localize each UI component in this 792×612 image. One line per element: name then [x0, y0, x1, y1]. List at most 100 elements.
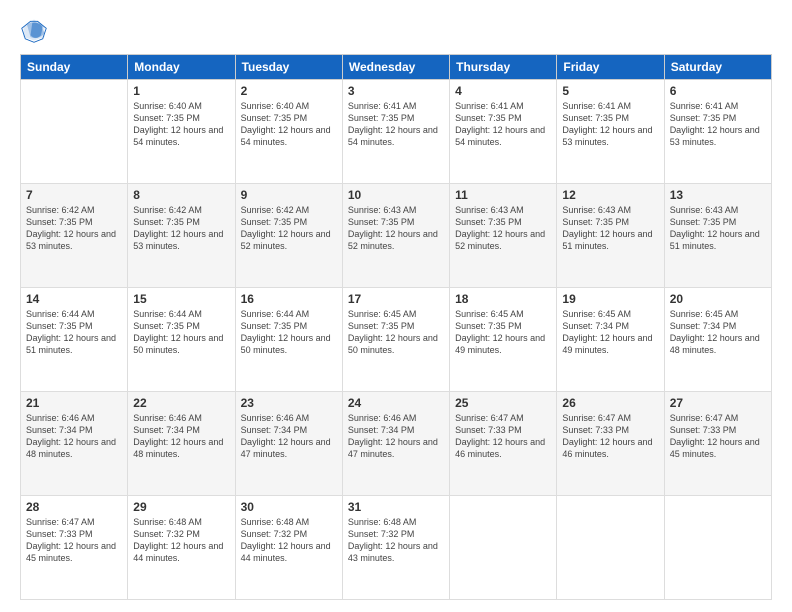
- week-row-4: 21Sunrise: 6:46 AMSunset: 7:34 PMDayligh…: [21, 392, 772, 496]
- calendar-cell: 20 Sunrise: 6:45 AMSunset: 7:34 PMDayligh…: [664, 288, 771, 392]
- calendar-cell: 23 Sunrise: 6:46 AMSunset: 7:34 PMDayligh…: [235, 392, 342, 496]
- cell-sun-info: Sunrise: 6:48 AMSunset: 7:32 PMDaylight:…: [348, 516, 444, 565]
- week-row-5: 28 Sunrise: 6:47 AMSunset: 7:33 PMDayligh…: [21, 496, 772, 600]
- cell-sun-info: Sunrise: 6:44 AMSunset: 7:35 PMDaylight:…: [26, 308, 122, 357]
- cell-sun-info: Sunrise: 6:44 AMSunset: 7:35 PMDaylight:…: [241, 308, 337, 357]
- cell-day-number: 6: [670, 84, 766, 98]
- calendar-cell: 17 Sunrise: 6:45 AMSunset: 7:35 PMDayligh…: [342, 288, 449, 392]
- cell-sun-info: Sunrise: 6:40 AMSunset: 7:35 PMDaylight:…: [241, 100, 337, 149]
- cell-day-number: 20: [670, 292, 766, 306]
- cell-sun-info: Sunrise: 6:43 AMSunset: 7:35 PMDaylight:…: [455, 204, 551, 253]
- calendar-cell: 13 Sunrise: 6:43 AMSunset: 7:35 PMDayligh…: [664, 184, 771, 288]
- calendar-cell: [21, 80, 128, 184]
- calendar-cell: 18 Sunrise: 6:45 AMSunset: 7:35 PMDayligh…: [450, 288, 557, 392]
- calendar-cell: 25 Sunrise: 6:47 AMSunset: 7:33 PMDayligh…: [450, 392, 557, 496]
- cell-sun-info: Sunrise: 6:42 AMSunset: 7:35 PMDaylight:…: [241, 204, 337, 253]
- calendar-cell: 30 Sunrise: 6:48 AMSunset: 7:32 PMDayligh…: [235, 496, 342, 600]
- cell-day-number: 13: [670, 188, 766, 202]
- cell-day-number: 15: [133, 292, 229, 306]
- calendar-cell: 21Sunrise: 6:46 AMSunset: 7:34 PMDayligh…: [21, 392, 128, 496]
- calendar-cell: 28 Sunrise: 6:47 AMSunset: 7:33 PMDayligh…: [21, 496, 128, 600]
- calendar-cell: 3 Sunrise: 6:41 AMSunset: 7:35 PMDaylight…: [342, 80, 449, 184]
- calendar-cell: 29 Sunrise: 6:48 AMSunset: 7:32 PMDayligh…: [128, 496, 235, 600]
- calendar-cell: 8 Sunrise: 6:42 AMSunset: 7:35 PMDaylight…: [128, 184, 235, 288]
- calendar-cell: 31 Sunrise: 6:48 AMSunset: 7:32 PMDayligh…: [342, 496, 449, 600]
- header: [20, 16, 772, 44]
- cell-sun-info: Sunrise: 6:46 AMSunset: 7:34 PMDaylight:…: [26, 412, 122, 461]
- cell-sun-info: Sunrise: 6:46 AMSunset: 7:34 PMDaylight:…: [348, 412, 444, 461]
- day-header-thursday: Thursday: [450, 55, 557, 80]
- calendar-cell: [557, 496, 664, 600]
- week-row-2: 7 Sunrise: 6:42 AMSunset: 7:35 PMDaylight…: [21, 184, 772, 288]
- cell-sun-info: Sunrise: 6:47 AMSunset: 7:33 PMDaylight:…: [562, 412, 658, 461]
- calendar-cell: 15 Sunrise: 6:44 AMSunset: 7:35 PMDayligh…: [128, 288, 235, 392]
- calendar-cell: 16 Sunrise: 6:44 AMSunset: 7:35 PMDayligh…: [235, 288, 342, 392]
- cell-sun-info: Sunrise: 6:45 AMSunset: 7:34 PMDaylight:…: [562, 308, 658, 357]
- cell-day-number: 8: [133, 188, 229, 202]
- cell-day-number: 14: [26, 292, 122, 306]
- cell-sun-info: Sunrise: 6:46 AMSunset: 7:34 PMDaylight:…: [241, 412, 337, 461]
- calendar-cell: 1 Sunrise: 6:40 AMSunset: 7:35 PMDaylight…: [128, 80, 235, 184]
- cell-sun-info: Sunrise: 6:41 AMSunset: 7:35 PMDaylight:…: [562, 100, 658, 149]
- cell-day-number: 2: [241, 84, 337, 98]
- cell-day-number: 24: [348, 396, 444, 410]
- calendar-cell: 10 Sunrise: 6:43 AMSunset: 7:35 PMDayligh…: [342, 184, 449, 288]
- cell-sun-info: Sunrise: 6:48 AMSunset: 7:32 PMDaylight:…: [133, 516, 229, 565]
- calendar-cell: 19 Sunrise: 6:45 AMSunset: 7:34 PMDayligh…: [557, 288, 664, 392]
- logo: [20, 16, 52, 44]
- cell-sun-info: Sunrise: 6:47 AMSunset: 7:33 PMDaylight:…: [455, 412, 551, 461]
- cell-sun-info: Sunrise: 6:41 AMSunset: 7:35 PMDaylight:…: [455, 100, 551, 149]
- calendar-cell: 14 Sunrise: 6:44 AMSunset: 7:35 PMDayligh…: [21, 288, 128, 392]
- cell-day-number: 22: [133, 396, 229, 410]
- cell-sun-info: Sunrise: 6:41 AMSunset: 7:35 PMDaylight:…: [348, 100, 444, 149]
- cell-day-number: 31: [348, 500, 444, 514]
- cell-sun-info: Sunrise: 6:41 AMSunset: 7:35 PMDaylight:…: [670, 100, 766, 149]
- day-header-row: SundayMondayTuesdayWednesdayThursdayFrid…: [21, 55, 772, 80]
- day-header-saturday: Saturday: [664, 55, 771, 80]
- cell-sun-info: Sunrise: 6:45 AMSunset: 7:34 PMDaylight:…: [670, 308, 766, 357]
- calendar-cell: 11 Sunrise: 6:43 AMSunset: 7:35 PMDayligh…: [450, 184, 557, 288]
- calendar-cell: 6 Sunrise: 6:41 AMSunset: 7:35 PMDaylight…: [664, 80, 771, 184]
- cell-sun-info: Sunrise: 6:48 AMSunset: 7:32 PMDaylight:…: [241, 516, 337, 565]
- cell-sun-info: Sunrise: 6:40 AMSunset: 7:35 PMDaylight:…: [133, 100, 229, 149]
- calendar-table: SundayMondayTuesdayWednesdayThursdayFrid…: [20, 54, 772, 600]
- cell-day-number: 1: [133, 84, 229, 98]
- cell-day-number: 30: [241, 500, 337, 514]
- cell-day-number: 23: [241, 396, 337, 410]
- calendar-cell: 7Sunrise: 6:42 AMSunset: 7:35 PMDaylight…: [21, 184, 128, 288]
- cell-day-number: 29: [133, 500, 229, 514]
- cell-day-number: 5: [562, 84, 658, 98]
- day-header-sunday: Sunday: [21, 55, 128, 80]
- cell-sun-info: Sunrise: 6:43 AMSunset: 7:35 PMDaylight:…: [670, 204, 766, 253]
- calendar-cell: [664, 496, 771, 600]
- cell-day-number: 11: [455, 188, 551, 202]
- cell-sun-info: Sunrise: 6:45 AMSunset: 7:35 PMDaylight:…: [455, 308, 551, 357]
- cell-day-number: 27: [670, 396, 766, 410]
- day-header-tuesday: Tuesday: [235, 55, 342, 80]
- cell-day-number: 10: [348, 188, 444, 202]
- cell-day-number: 25: [455, 396, 551, 410]
- calendar-cell: 24 Sunrise: 6:46 AMSunset: 7:34 PMDayligh…: [342, 392, 449, 496]
- cell-day-number: 12: [562, 188, 658, 202]
- cell-sun-info: Sunrise: 6:45 AMSunset: 7:35 PMDaylight:…: [348, 308, 444, 357]
- cell-sun-info: Sunrise: 6:44 AMSunset: 7:35 PMDaylight:…: [133, 308, 229, 357]
- calendar-cell: 4Sunrise: 6:41 AMSunset: 7:35 PMDaylight…: [450, 80, 557, 184]
- week-row-1: 1 Sunrise: 6:40 AMSunset: 7:35 PMDaylight…: [21, 80, 772, 184]
- calendar-cell: [450, 496, 557, 600]
- cell-day-number: 16: [241, 292, 337, 306]
- calendar-cell: 9Sunrise: 6:42 AMSunset: 7:35 PMDaylight…: [235, 184, 342, 288]
- day-header-monday: Monday: [128, 55, 235, 80]
- cell-day-number: 7: [26, 188, 122, 202]
- cell-day-number: 19: [562, 292, 658, 306]
- page: SundayMondayTuesdayWednesdayThursdayFrid…: [0, 0, 792, 612]
- cell-day-number: 3: [348, 84, 444, 98]
- cell-sun-info: Sunrise: 6:43 AMSunset: 7:35 PMDaylight:…: [348, 204, 444, 253]
- cell-day-number: 26: [562, 396, 658, 410]
- cell-day-number: 28: [26, 500, 122, 514]
- cell-sun-info: Sunrise: 6:47 AMSunset: 7:33 PMDaylight:…: [26, 516, 122, 565]
- calendar-cell: 22Sunrise: 6:46 AMSunset: 7:34 PMDayligh…: [128, 392, 235, 496]
- cell-sun-info: Sunrise: 6:42 AMSunset: 7:35 PMDaylight:…: [133, 204, 229, 253]
- cell-day-number: 18: [455, 292, 551, 306]
- cell-day-number: 17: [348, 292, 444, 306]
- calendar-cell: 5 Sunrise: 6:41 AMSunset: 7:35 PMDaylight…: [557, 80, 664, 184]
